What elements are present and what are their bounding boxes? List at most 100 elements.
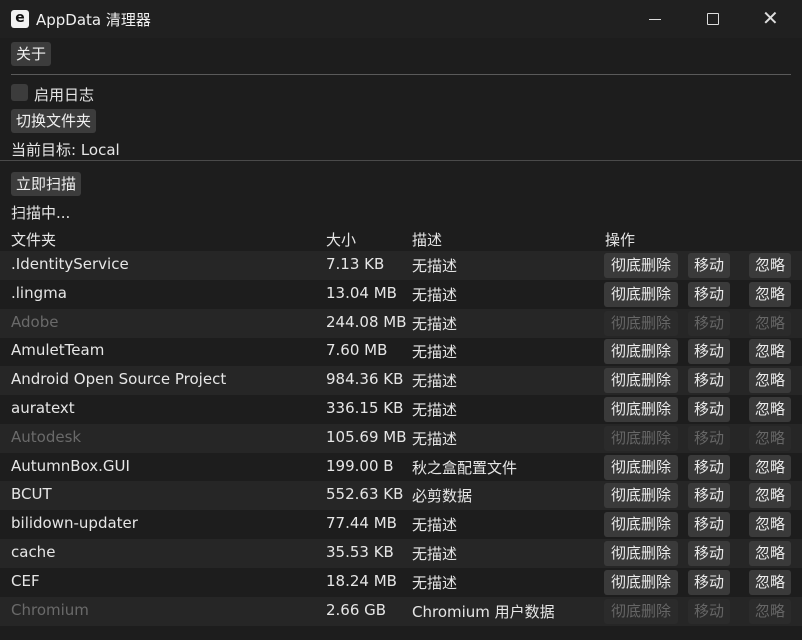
delete-button[interactable]: 彻底删除	[604, 483, 678, 509]
ignore-button[interactable]: 忽略	[749, 339, 791, 365]
folder-description: Chromium 用户数据	[412, 602, 555, 621]
folder-name: Chromium	[11, 600, 89, 619]
move-button[interactable]: 移动	[688, 454, 730, 480]
folder-name: AmuletTeam	[11, 341, 105, 360]
delete-button[interactable]: 彻底删除	[604, 541, 678, 566]
ignore-button[interactable]: 忽略	[749, 483, 791, 509]
ignore-button[interactable]: 忽略	[749, 454, 791, 480]
table-row: .lingma 13.04 MB 无描述 彻底删除 移动 忽略	[0, 280, 802, 309]
ignore-button[interactable]: 忽略	[749, 397, 791, 422]
table-row: CEF 18.24 MB 无描述 彻底删除 移动 忽略	[0, 568, 802, 597]
close-button[interactable]: ✕	[742, 0, 800, 38]
folder-name: AutumnBox.GUI	[11, 456, 130, 475]
folder-size: 35.53 KB	[326, 543, 394, 561]
delete-button: 彻底删除	[604, 425, 678, 451]
folder-description: 无描述	[412, 257, 458, 275]
ignore-button[interactable]: 忽略	[749, 541, 791, 566]
delete-button: 彻底删除	[604, 598, 678, 624]
move-button: 移动	[688, 598, 730, 624]
folder-description: 无描述	[412, 285, 458, 304]
folder-description: 无描述	[412, 401, 458, 419]
move-button[interactable]: 移动	[688, 368, 730, 394]
folder-description: 无描述	[412, 573, 458, 592]
folder-name: Android Open Source Project	[11, 370, 227, 389]
table-row: Android Open Source Project 984.36 KB 无描述 彻…	[0, 366, 802, 396]
ignore-button[interactable]: 忽略	[749, 368, 791, 394]
folder-size: 336.15 KB	[326, 399, 404, 417]
folder-description: 无描述	[412, 545, 458, 563]
folder-description: 无描述	[412, 314, 458, 333]
minimize-icon	[649, 19, 661, 20]
ignore-button[interactable]: 忽略	[749, 281, 791, 307]
window-title: AppData 清理器	[36, 11, 151, 29]
scan-status-label: 扫描中...	[11, 204, 71, 222]
ignore-button[interactable]: 忽略	[749, 253, 791, 278]
table-row: BCUT 552.63 KB 必剪数据 彻底删除 移动 忽略	[0, 481, 802, 511]
switch-folder-button[interactable]: 切换文件夹	[11, 109, 97, 133]
header-folder: 文件夹	[11, 231, 57, 249]
table-row: cache 35.53 KB 无描述 彻底删除 移动 忽略	[0, 539, 802, 568]
move-button[interactable]: 移动	[688, 339, 730, 365]
ignore-button: 忽略	[749, 598, 791, 624]
move-button: 移动	[688, 425, 730, 451]
current-target-label: 当前目标: Local	[11, 141, 120, 159]
enable-log-checkbox[interactable]	[11, 84, 28, 101]
delete-button[interactable]: 彻底删除	[604, 368, 678, 394]
move-button: 移动	[688, 310, 730, 336]
folder-description: 无描述	[412, 516, 458, 535]
table-row: auratext 336.15 KB 无描述 彻底删除 移动 忽略	[0, 395, 802, 424]
scan-now-button[interactable]: 立即扫描	[11, 172, 82, 196]
delete-button[interactable]: 彻底删除	[604, 339, 678, 365]
folder-name: .lingma	[11, 283, 67, 302]
ignore-button: 忽略	[749, 425, 791, 451]
folder-name: bilidown-updater	[11, 514, 138, 533]
folder-size: 552.63 KB	[326, 485, 404, 504]
folder-size: 18.24 MB	[326, 571, 397, 590]
folder-name: Adobe	[11, 312, 59, 331]
folder-description: 无描述	[412, 429, 458, 448]
delete-button[interactable]: 彻底删除	[604, 512, 678, 538]
folder-size: 244.08 MB	[326, 312, 407, 331]
move-button[interactable]: 移动	[688, 569, 730, 595]
table-row: Chromium 2.66 GB Chromium 用户数据 彻底删除 移动 忽略	[0, 596, 802, 626]
ignore-button[interactable]: 忽略	[749, 569, 791, 595]
delete-button[interactable]: 彻底删除	[604, 397, 678, 422]
move-button[interactable]: 移动	[688, 281, 730, 307]
main-content: 关于 启用日志 切换文件夹 当前目标: Local 立即扫描 扫描中... 文件…	[0, 38, 802, 640]
folder-description: 秋之盒配置文件	[412, 458, 518, 477]
move-button[interactable]: 移动	[688, 483, 730, 509]
move-button[interactable]: 移动	[688, 397, 730, 422]
delete-button[interactable]: 彻底删除	[604, 281, 678, 307]
table-row: Adobe 244.08 MB 无描述 彻底删除 移动 忽略	[0, 308, 802, 338]
folder-name: auratext	[11, 399, 75, 417]
delete-button[interactable]: 彻底删除	[604, 253, 678, 278]
folder-name: CEF	[11, 571, 40, 590]
header-actions: 操作	[605, 231, 636, 249]
table-row: .IdentityService 7.13 KB 无描述 彻底删除 移动 忽略	[0, 251, 802, 280]
folder-name: cache	[11, 543, 56, 561]
move-button[interactable]: 移动	[688, 541, 730, 566]
move-button[interactable]: 移动	[688, 512, 730, 538]
move-button[interactable]: 移动	[688, 253, 730, 278]
header-size: 大小	[326, 231, 357, 249]
folder-description: 必剪数据	[412, 487, 473, 506]
delete-button[interactable]: 彻底删除	[604, 569, 678, 595]
folder-size: 7.13 KB	[326, 255, 385, 273]
folder-description: 无描述	[412, 372, 458, 391]
delete-button[interactable]: 彻底删除	[604, 454, 678, 480]
divider	[11, 74, 791, 75]
folder-size: 13.04 MB	[326, 283, 397, 302]
about-button[interactable]: 关于	[11, 42, 52, 66]
ignore-button: 忽略	[749, 310, 791, 336]
header-desc: 描述	[412, 231, 443, 249]
maximize-button[interactable]	[684, 0, 742, 38]
divider	[0, 160, 802, 161]
folder-name: .IdentityService	[11, 255, 129, 273]
ignore-button[interactable]: 忽略	[749, 512, 791, 538]
minimize-button[interactable]	[626, 0, 684, 38]
table-row: AmuletTeam 7.60 MB 无描述 彻底删除 移动 忽略	[0, 337, 802, 366]
folder-name: Autodesk	[11, 427, 82, 446]
folder-size: 105.69 MB	[326, 427, 407, 446]
folder-size: 984.36 KB	[326, 370, 404, 389]
folder-description: 无描述	[412, 343, 458, 362]
